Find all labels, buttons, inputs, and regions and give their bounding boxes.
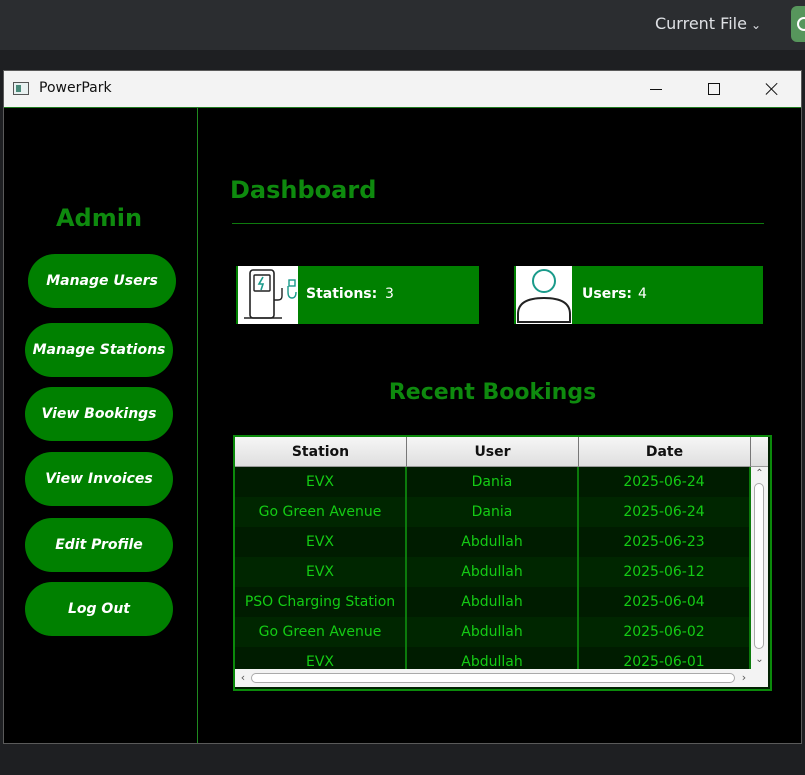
manage-users-button[interactable]: Manage Users (28, 254, 176, 308)
table-row[interactable]: EVX Dania 2025-06-24 (235, 467, 751, 497)
date-cell: 2025-06-24 (579, 497, 751, 527)
date-cell: 2025-06-01 (579, 647, 751, 669)
maximize-icon (708, 83, 720, 95)
sidebar: Admin Manage Users Manage Stations View … (4, 108, 198, 743)
station-cell: EVX (235, 467, 407, 497)
date-cell: 2025-06-12 (579, 557, 751, 587)
station-cell: EVX (235, 647, 407, 669)
table-body: EVX Dania 2025-06-24 Go Green Avenue Dania 20… (235, 467, 751, 669)
date-cell: 2025-06-04 (579, 587, 751, 617)
stations-stat-card: Stations: 3 (236, 266, 479, 324)
table-row[interactable]: EVX Abdullah 2025-06-23 (235, 527, 751, 557)
minimize-icon (650, 88, 662, 90)
date-cell: 2025-06-23 (579, 527, 751, 557)
window-title: PowerPark (39, 80, 112, 96)
station-cell: PSO Charging Station (235, 587, 407, 617)
ide-toolbar: Current File ⌄ (0, 0, 805, 50)
app-icon (13, 82, 29, 95)
table-row[interactable]: Go Green Avenue Abdullah 2025-06-02 (235, 617, 751, 647)
sidebar-heading: Admin (55, 204, 143, 232)
scroll-down-icon[interactable]: ⌄ (751, 653, 768, 667)
maximize-button[interactable] (690, 71, 738, 107)
recent-bookings-title: Recent Bookings (388, 380, 597, 405)
scroll-up-icon[interactable]: ⌃ (751, 467, 768, 481)
table-row[interactable]: PSO Charging Station Abdullah 2025-06-04 (235, 587, 751, 617)
close-icon (765, 82, 779, 96)
title-divider (232, 223, 764, 224)
chevron-down-icon: ⌄ (750, 18, 761, 32)
stations-count: 3 (385, 286, 394, 302)
table-row[interactable]: Go Green Avenue Dania 2025-06-24 (235, 497, 751, 527)
vertical-scrollbar[interactable]: ⌃ ⌄ (751, 467, 768, 669)
users-label: Users: (582, 286, 633, 302)
column-header-date[interactable]: Date (579, 437, 751, 467)
run-button[interactable] (791, 6, 805, 42)
manage-stations-button[interactable]: Manage Stations (25, 323, 173, 377)
user-cell: Abdullah (407, 587, 579, 617)
station-cell: EVX (235, 557, 407, 587)
user-cell: Abdullah (407, 557, 579, 587)
table-header: Station User Date (235, 437, 751, 467)
current-file-label: Current File (654, 14, 747, 33)
column-header-station[interactable]: Station (235, 437, 407, 467)
close-button[interactable] (748, 71, 796, 107)
users-count: 4 (638, 286, 647, 302)
date-cell: 2025-06-24 (579, 467, 751, 497)
log-out-button[interactable]: Log Out (25, 582, 173, 636)
station-cell: Go Green Avenue (235, 617, 407, 647)
bookings-table: Station User Date EVX Dania 2025-06-24 Go G… (233, 435, 772, 691)
title-bar: PowerPark (4, 71, 801, 108)
app-window: PowerPark Admin Manage Users Manage Stat… (3, 70, 802, 744)
users-stat-card: Users: 4 (514, 266, 763, 324)
header-corner (751, 437, 768, 467)
user-cell: Abdullah (407, 647, 579, 669)
date-cell: 2025-06-02 (579, 617, 751, 647)
table-row[interactable]: EVX Abdullah 2025-06-01 (235, 647, 751, 669)
ev-charger-icon (238, 266, 298, 324)
horizontal-scroll-thumb[interactable] (251, 673, 735, 683)
column-header-user[interactable]: User (407, 437, 579, 467)
station-cell: EVX (235, 527, 407, 557)
user-cell: Dania (407, 497, 579, 527)
station-cell: Go Green Avenue (235, 497, 407, 527)
user-cell: Abdullah (407, 617, 579, 647)
scroll-right-icon[interactable]: › (737, 671, 751, 685)
vertical-scroll-thumb[interactable] (754, 483, 764, 649)
horizontal-scrollbar[interactable]: ‹ › (235, 669, 768, 687)
table-row[interactable]: EVX Abdullah 2025-06-12 (235, 557, 751, 587)
view-invoices-button[interactable]: View Invoices (25, 452, 173, 506)
user-cell: Dania (407, 467, 579, 497)
user-cell: Abdullah (407, 527, 579, 557)
page-title: Dashboard (230, 176, 377, 204)
current-file-selector[interactable]: Current File ⌄ (655, 14, 761, 33)
user-icon (516, 266, 572, 324)
edit-profile-button[interactable]: Edit Profile (25, 518, 173, 572)
stations-label: Stations: (306, 286, 378, 302)
minimize-button[interactable] (632, 71, 680, 107)
scroll-left-icon[interactable]: ‹ (236, 671, 250, 685)
